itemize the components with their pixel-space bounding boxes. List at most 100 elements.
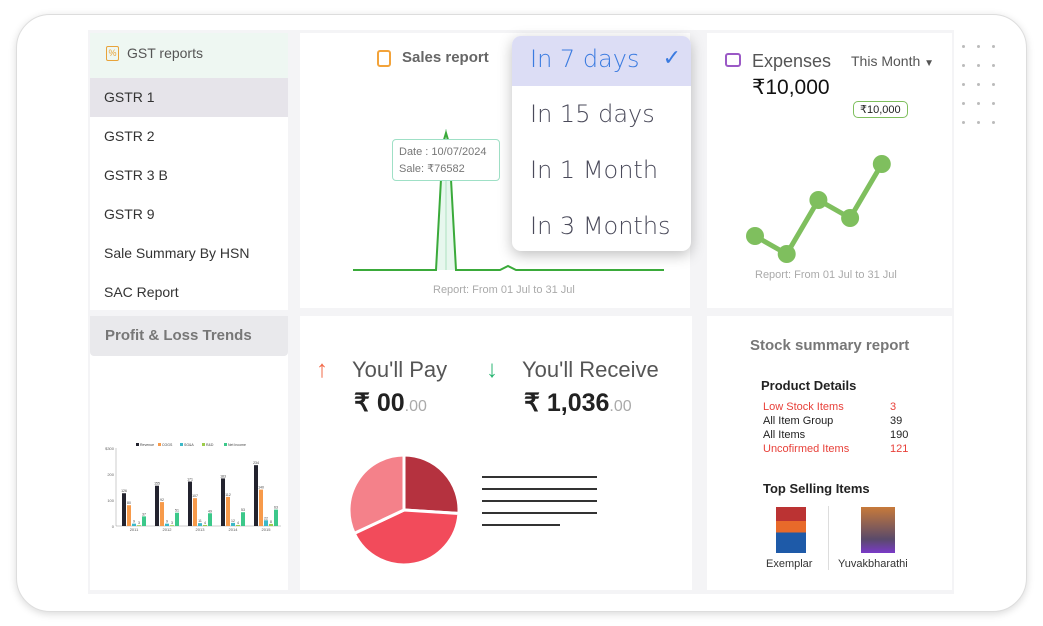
profit-loss-chart: 0 100 200 $300 Revenue COGS SG&A R&D Net Income 1… — [105, 443, 281, 532]
detail-label[interactable]: Uncofirmed Items — [763, 443, 849, 455]
product-details-title: Product Details — [761, 378, 857, 393]
data-label: 3 — [138, 521, 140, 525]
dot — [962, 121, 965, 124]
dot — [977, 64, 980, 67]
legend-label: COGS — [162, 443, 173, 447]
top-selling-title: Top Selling Items — [763, 481, 870, 496]
detail-value: 39 — [890, 415, 903, 427]
bar — [231, 522, 235, 526]
y-tick-label: 0 — [112, 524, 115, 529]
gst-reports-header: % GST reports — [90, 33, 288, 78]
sidebar-item-sale-summary-hsn[interactable]: Sale Summary By HSN — [90, 234, 288, 273]
pay-amount-dec: .00 — [404, 398, 427, 415]
legend-placeholder-lines — [482, 476, 597, 526]
data-label: 22 — [264, 516, 268, 520]
dot — [977, 45, 980, 48]
data-label: 4 — [237, 521, 239, 525]
top-item-name: Yuvakbharathi — [838, 558, 908, 570]
data-label: 53 — [241, 508, 245, 512]
expenses-point — [777, 245, 796, 263]
y-tick-label: 200 — [107, 472, 114, 477]
period-select[interactable]: This Month ▼ — [851, 53, 934, 69]
legend-line — [482, 488, 597, 490]
stock-summary-panel: Stock summary report Product Details Low… — [707, 316, 952, 590]
dot — [992, 102, 995, 105]
bar — [155, 485, 159, 526]
dot — [962, 83, 965, 86]
expenses-title: Expenses — [752, 51, 832, 71]
expenses-point-label: ₹10,000 — [853, 101, 908, 118]
arrow-down-icon: ↓ — [486, 356, 498, 383]
legend-line — [482, 500, 597, 502]
data-label: 80 — [127, 501, 131, 505]
data-label: 3 — [171, 521, 173, 525]
detail-label[interactable]: Low Stock Items — [763, 401, 844, 413]
dropdown-option-7-days[interactable]: In 7 days ✓ — [512, 36, 691, 86]
stock-summary-title: Stock summary report — [750, 337, 910, 354]
dot — [992, 83, 995, 86]
dropdown-option-15-days[interactable]: In 15 days — [512, 86, 691, 142]
data-label: 140 — [258, 486, 264, 490]
bar — [165, 523, 169, 526]
caret-down-icon: ▼ — [924, 58, 935, 69]
bar — [193, 498, 197, 526]
data-label: 11 — [198, 519, 202, 523]
sidebar-item-gstr-2[interactable]: GSTR 2 — [90, 117, 288, 156]
gst-reports-panel: % GST reports GSTR 1 GSTR 2 GSTR 3 B GST… — [90, 33, 288, 310]
you-receive-amount: ₹ 1,036.00 — [524, 388, 632, 418]
legend-label: SG&A — [184, 443, 194, 447]
dot — [962, 64, 965, 67]
pay-amount-int: ₹ 00 — [354, 389, 405, 417]
sidebar-item-sac-report[interactable]: SAC Report — [90, 273, 288, 312]
bar — [160, 502, 164, 526]
data-label: 126 — [121, 489, 127, 493]
dot — [992, 64, 995, 67]
bar — [254, 465, 258, 526]
expenses-footer: Report: From 01 Jul to 31 Jul — [755, 269, 897, 281]
bar — [122, 493, 126, 526]
tooltip-date: Date : 10/07/2024 — [399, 146, 487, 158]
legend-swatch — [224, 443, 227, 446]
bar — [208, 513, 212, 526]
data-label: 112 — [225, 493, 231, 497]
legend-line — [482, 476, 597, 478]
x-tick-label: 2012 — [163, 527, 173, 532]
expenses-point — [809, 191, 828, 209]
bar — [241, 512, 245, 526]
dropdown-option-3-months[interactable]: In 3 Months — [512, 198, 691, 251]
legend-label: Revenue — [140, 443, 154, 447]
legend-swatch — [136, 443, 139, 446]
you-pay-label: You'll Pay — [352, 357, 448, 382]
arrow-up-icon: ↑ — [316, 356, 328, 383]
sidebar-item-gstr-3b[interactable]: GSTR 3 B — [90, 156, 288, 195]
sidebar-item-gstr-1[interactable]: GSTR 1 — [90, 78, 288, 117]
bar — [137, 525, 141, 526]
divider — [828, 506, 829, 570]
receive-amount-dec: .00 — [609, 398, 632, 415]
bar — [269, 523, 273, 526]
exemplar-book-cover[interactable] — [776, 507, 806, 553]
data-label: 107 — [192, 494, 198, 498]
yuvakbharathi-book-cover[interactable] — [861, 507, 895, 553]
dot — [992, 121, 995, 124]
legend-line — [482, 524, 560, 526]
bar — [274, 509, 278, 526]
data-label: 51 — [175, 509, 179, 513]
bar — [127, 505, 131, 526]
bar — [221, 478, 225, 526]
detail-label[interactable]: All Items — [763, 429, 805, 441]
sales-tooltip: Date : 10/07/2024 Sale: ₹76582 — [392, 139, 500, 181]
detail-label[interactable]: All Item Group — [763, 415, 833, 427]
bar — [203, 524, 207, 526]
expenses-point — [872, 155, 891, 173]
data-label: 4 — [204, 521, 206, 525]
top-item-name: Exemplar — [766, 558, 813, 570]
data-label: 183 — [220, 474, 226, 478]
you-pay-amount: ₹ 00.00 — [354, 388, 427, 418]
dot — [962, 102, 965, 105]
y-tick-label: 100 — [107, 498, 114, 503]
profit-loss-title: Profit & Loss Trends — [90, 316, 288, 356]
sidebar-item-gstr-9[interactable]: GSTR 9 — [90, 195, 288, 234]
dropdown-option-1-month[interactable]: In 1 Month — [512, 142, 691, 198]
bar — [142, 516, 146, 526]
